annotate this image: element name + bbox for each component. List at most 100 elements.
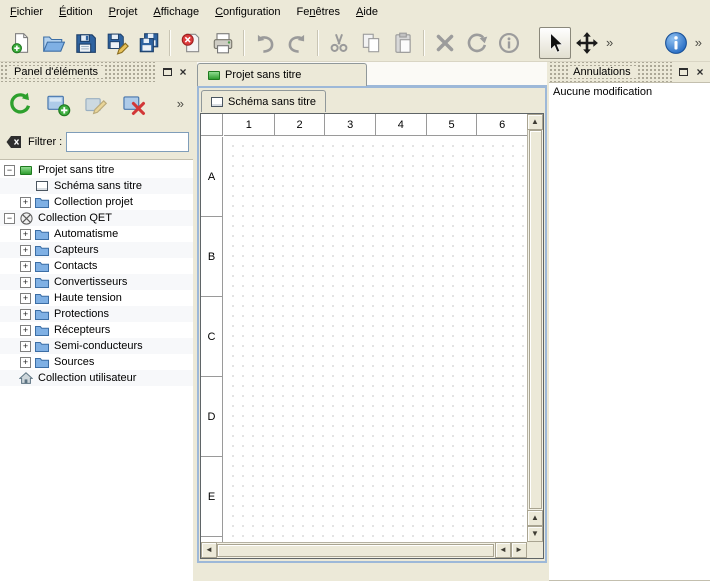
main-toolbar: » »	[0, 24, 710, 62]
horizontal-scrollbar[interactable]: ◄ ◄ ►	[201, 542, 527, 558]
tree-item-label: Haute tension	[54, 292, 126, 304]
menu-edition[interactable]: Édition	[51, 3, 101, 21]
collapse-icon[interactable]: −	[4, 213, 15, 224]
tree-item-protections[interactable]: +Protections	[0, 306, 193, 322]
tree-item-haute-tension[interactable]: + Haute tension	[0, 290, 193, 306]
expand-icon[interactable]: +	[20, 309, 31, 320]
about-info-button[interactable]	[660, 27, 692, 59]
undo-history-list[interactable]: Aucune modification	[549, 82, 710, 581]
edit-element-button[interactable]	[80, 88, 112, 120]
reload-collections-button[interactable]	[4, 88, 36, 120]
panel-toolbar-overflow-button[interactable]: »	[174, 89, 187, 119]
tree-item-sources[interactable]: +Sources	[0, 354, 193, 370]
menu-affichage[interactable]: Affichage	[145, 3, 207, 21]
ruler-corner	[201, 114, 223, 136]
help-toolbar-overflow-button[interactable]: »	[692, 28, 705, 58]
folder-icon	[34, 227, 50, 241]
edit-element-icon	[83, 91, 109, 117]
tree-item-recepteurs[interactable]: +Récepteurs	[0, 322, 193, 338]
new-file-button[interactable]	[5, 27, 37, 59]
delete-button[interactable]	[429, 27, 461, 59]
tree-item-schema-sans-titre[interactable]: Schéma sans titre	[0, 178, 193, 194]
select-mode-button[interactable]	[539, 27, 571, 59]
save-icon	[73, 31, 97, 55]
vertical-scroll-thumb[interactable]	[529, 130, 542, 509]
expand-icon[interactable]: +	[20, 293, 31, 304]
scroll-up-button-2[interactable]: ▲	[527, 510, 543, 526]
menu-aide[interactable]: Aide	[348, 3, 386, 21]
schema-tab[interactable]: Schéma sans titre	[201, 90, 326, 112]
element-tree[interactable]: −Projet sans titreSchéma sans titre+Coll…	[0, 159, 193, 581]
print-button[interactable]	[207, 27, 239, 59]
tree-item-collection-utilisateur[interactable]: Collection utilisateur	[0, 370, 193, 386]
undo-button[interactable]	[249, 27, 281, 59]
project-tab[interactable]: Projet sans titre	[197, 63, 367, 86]
clear-filter-button[interactable]	[4, 132, 24, 152]
menu-projet[interactable]: Projet	[101, 3, 146, 21]
scroll-down-button[interactable]: ▼	[527, 526, 543, 542]
folder-icon	[34, 291, 50, 305]
row-ruler: ABCDE	[201, 137, 223, 542]
horizontal-scroll-thumb[interactable]	[217, 544, 494, 557]
tree-item-capteurs[interactable]: + Capteurs	[0, 242, 193, 258]
save-as-icon	[105, 31, 129, 55]
cut-button[interactable]	[323, 27, 355, 59]
expand-icon[interactable]: +	[20, 325, 31, 336]
tree-item-semi-conducteurs[interactable]: +Semi-conducteurs	[0, 338, 193, 354]
save-as-button[interactable]	[101, 27, 133, 59]
copy-button[interactable]	[355, 27, 387, 59]
scroll-right-button[interactable]: ►	[511, 542, 527, 558]
tree-item-label: Automatisme	[54, 228, 122, 240]
delete-element-button[interactable]	[118, 88, 150, 120]
paste-button[interactable]	[387, 27, 419, 59]
right-dock-titlebar[interactable]: Annulations ×	[549, 62, 710, 82]
expand-icon[interactable]: +	[20, 277, 31, 288]
scroll-up-button[interactable]: ▲	[527, 114, 543, 130]
expand-icon[interactable]: +	[20, 261, 31, 272]
menu-fenetres[interactable]: Fenêtres	[289, 3, 348, 21]
vertical-scrollbar[interactable]: ▲ ▲ ▼	[527, 114, 543, 542]
expand-icon[interactable]: +	[20, 197, 31, 208]
delete-element-icon	[121, 91, 147, 117]
tree-item-automatisme[interactable]: + Automatisme	[0, 226, 193, 242]
left-dock-titlebar[interactable]: Panel d'éléments ×	[0, 62, 193, 82]
pan-mode-button[interactable]	[571, 27, 603, 59]
schema-canvas[interactable]	[224, 137, 527, 542]
tree-item-label: Capteurs	[54, 244, 103, 256]
scroll-up-icon: ▲	[531, 118, 539, 126]
tree-item-convertisseurs[interactable]: +Convertisseurs	[0, 274, 193, 290]
left-dock-close-button[interactable]: ×	[175, 65, 191, 79]
expand-icon[interactable]: +	[20, 245, 31, 256]
expand-icon[interactable]: +	[20, 357, 31, 368]
open-file-button[interactable]	[37, 27, 69, 59]
rotate-button[interactable]	[461, 27, 493, 59]
tree-item-projet-sans-titre[interactable]: −Projet sans titre	[0, 162, 193, 178]
expand-icon[interactable]: +	[20, 229, 31, 240]
scroll-left-button[interactable]: ◄	[201, 542, 217, 558]
tree-item-collection-qet[interactable]: −Collection QET	[0, 210, 193, 226]
clear-filter-icon	[5, 133, 23, 151]
tree-item-contacts[interactable]: +Contacts	[0, 258, 193, 274]
schema-view[interactable]: 123456 ABCDE ▲ ▲ ▼ ◄ ◄ ►	[200, 113, 544, 559]
expand-icon[interactable]: +	[20, 341, 31, 352]
right-dock-close-button[interactable]: ×	[692, 65, 708, 79]
menu-configuration[interactable]: Configuration	[207, 3, 288, 21]
row-header-e: E	[201, 457, 222, 537]
redo-button[interactable]	[281, 27, 313, 59]
new-element-button[interactable]	[42, 88, 74, 120]
right-dock-float-button[interactable]	[676, 65, 692, 79]
left-dock-float-button[interactable]	[159, 65, 175, 79]
elements-panel-toolbar: »	[0, 82, 193, 124]
scroll-up-icon: ▲	[531, 514, 539, 522]
save-button[interactable]	[69, 27, 101, 59]
save-all-button[interactable]	[133, 27, 165, 59]
scroll-left-button-2[interactable]: ◄	[495, 542, 511, 558]
toolbar-overflow-button[interactable]: »	[603, 28, 616, 58]
menu-fichier[interactable]: Fichier	[2, 3, 51, 21]
filter-input[interactable]	[66, 132, 189, 152]
tree-item-collection-projet[interactable]: +Collection projet	[0, 194, 193, 210]
open-folder-icon	[41, 31, 65, 55]
close-file-button[interactable]	[175, 27, 207, 59]
collapse-icon[interactable]: −	[4, 165, 15, 176]
edit-info-button[interactable]	[493, 27, 525, 59]
